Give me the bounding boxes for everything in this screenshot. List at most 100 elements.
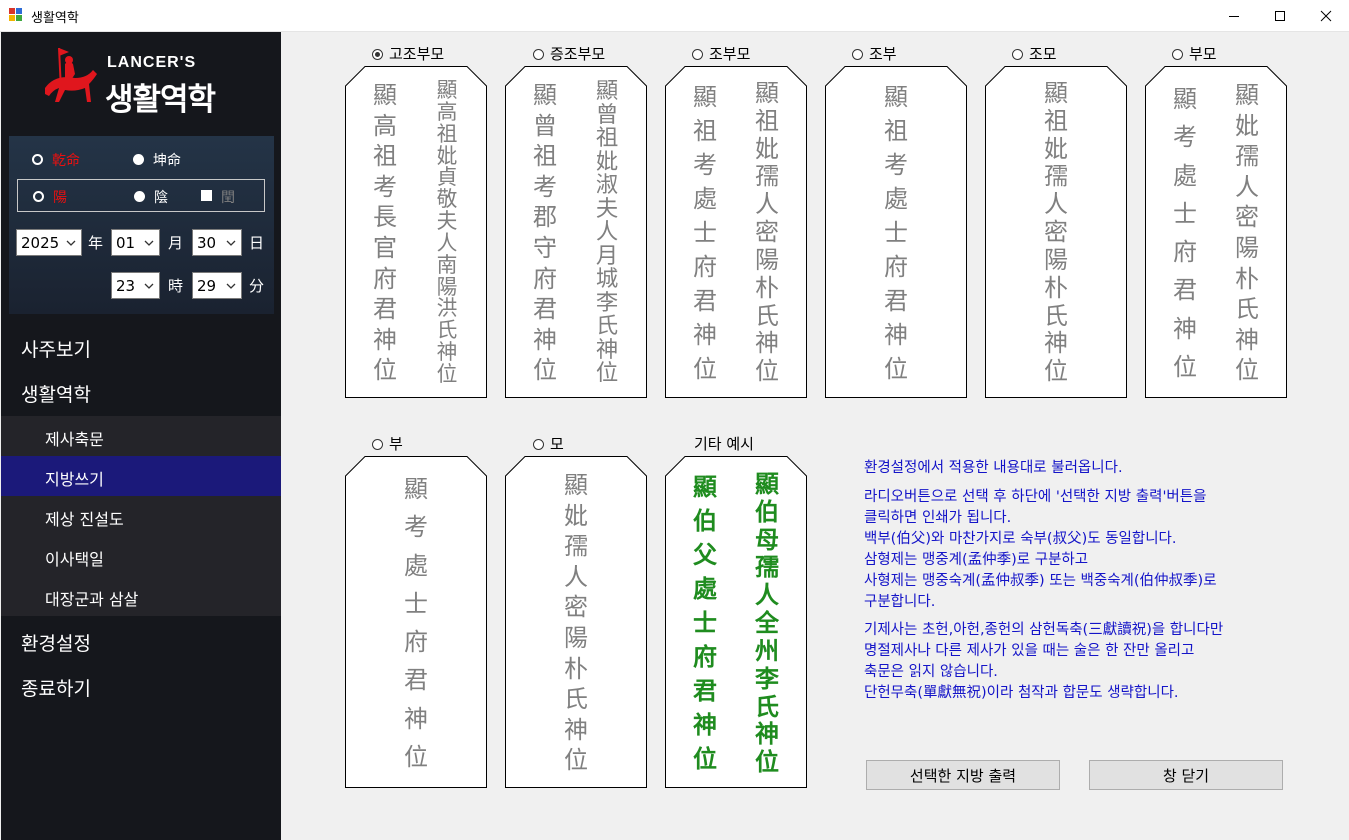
tablet-text-column: 顯祖考處士府君神位 — [690, 80, 720, 386]
jibang-tablet: 顯祖妣孺人密陽朴氏神位顯祖考處士府君神位 — [665, 66, 807, 398]
tablet-char: 妣 — [1235, 111, 1259, 140]
option-bu[interactable]: 부 — [372, 433, 403, 454]
tablet-char: 高 — [373, 111, 397, 140]
tablet-char: 妣 — [564, 501, 588, 530]
tablet-text-column: 顯考處士府君神位 — [401, 470, 431, 776]
tablet-char: 士 — [1173, 199, 1197, 228]
tablet-char: 君 — [533, 295, 557, 324]
tablet-text-column: 顯高祖妣貞敬夫人南陽洪氏神位 — [432, 79, 462, 386]
day-select[interactable]: 30 — [192, 229, 242, 256]
info-line: 라디오버튼으로 선택 후 하단에 '선택한 지방 출력'버튼을 — [864, 489, 1207, 505]
tablet-char: 祖 — [595, 125, 619, 152]
month-select[interactable]: 01 — [111, 229, 160, 256]
option-bumo[interactable]: 부모 — [1172, 43, 1217, 64]
tablet-char: 朴 — [755, 273, 779, 302]
tablet-char: 神 — [373, 325, 397, 354]
eum-radio[interactable] — [134, 191, 145, 202]
submenu-isa-taegil[interactable]: 이사택일 — [45, 546, 104, 570]
tablet-char: 州 — [755, 635, 779, 665]
tablet-char: 陽 — [1044, 245, 1068, 274]
info-line: 사형제는 맹중숙계(孟仲叔季) 또는 백중숙계(伯仲叔季)로 — [864, 573, 1217, 589]
gan-radio[interactable] — [32, 154, 43, 165]
tablet-char: 府 — [693, 642, 717, 671]
radio[interactable] — [533, 49, 544, 60]
yang-radio[interactable] — [33, 191, 44, 202]
calendar-group: 陽 陰 閏 — [17, 179, 265, 212]
tablet-text-column: 顯曾祖考郡守府君神位 — [530, 80, 560, 386]
chevron-down-icon — [144, 240, 154, 246]
tablet-char: 位 — [373, 356, 397, 385]
tablet-char: 顯 — [595, 78, 619, 104]
jibang-tablet: 顯妣孺人密陽朴氏神位顯考處士府君神位 — [1145, 66, 1287, 398]
tablet-char: 處 — [693, 185, 717, 213]
info-line: 단헌무축(單獻無祝)이라 첨작과 합문도 생략합니다. — [864, 685, 1179, 701]
radio[interactable] — [533, 439, 544, 450]
radio[interactable] — [852, 49, 863, 60]
logo-title: 생활역학 — [105, 82, 216, 118]
close-button[interactable] — [1303, 0, 1349, 31]
tablet-char: 君 — [1173, 276, 1197, 305]
tablet-char: 士 — [404, 589, 428, 618]
horse-rider-icon — [45, 47, 97, 102]
tablet-char: 朴 — [1235, 264, 1259, 293]
menu-saju[interactable]: 사주보기 — [21, 335, 91, 362]
menu-exit[interactable]: 종료하기 — [21, 674, 91, 701]
tablet-char: 顯 — [755, 79, 779, 107]
submenu-jesa-chukmun[interactable]: 제사축문 — [45, 426, 104, 450]
tablet-char: 祖 — [1044, 106, 1068, 135]
tablet-char: 顯 — [564, 471, 588, 499]
tablet-char: 氏 — [1235, 295, 1259, 324]
radio[interactable] — [372, 439, 383, 450]
info-line: 클릭하면 인쇄가 됩니다. — [864, 510, 1012, 526]
tablet-char: 顯 — [755, 469, 779, 498]
print-button[interactable]: 선택한 지방 출력 — [866, 760, 1060, 790]
year-select[interactable]: 2025 — [16, 229, 82, 256]
submenu-jibang[interactable]: 지방쓰기 — [45, 466, 104, 490]
tablet-char: 祖 — [373, 142, 397, 171]
gon-radio[interactable] — [133, 154, 144, 165]
minimize-button[interactable] — [1211, 0, 1257, 31]
option-jobumo[interactable]: 조부모 — [692, 43, 750, 64]
menu-settings[interactable]: 환경설정 — [21, 629, 91, 656]
yun-checkbox[interactable] — [201, 190, 212, 201]
submenu-daejanggun[interactable]: 대장군과 삼살 — [45, 586, 138, 610]
option-gojo[interactable]: 고조부모 — [372, 43, 444, 64]
option-mo[interactable]: 모 — [533, 433, 564, 454]
chevron-down-icon — [226, 283, 236, 289]
gan-label: 乾命 — [52, 153, 80, 169]
tablet-char: 處 — [404, 551, 428, 580]
radio[interactable] — [1172, 49, 1183, 60]
tablet-char: 父 — [693, 540, 717, 569]
option-jobu[interactable]: 조부 — [852, 43, 897, 64]
tablet-char: 處 — [884, 185, 908, 213]
submenu-jinseoldo[interactable]: 제상 진설도 — [45, 506, 124, 530]
eum-label: 陰 — [154, 190, 168, 206]
radio[interactable] — [692, 49, 703, 60]
tablet-char: 顯 — [404, 475, 428, 503]
tablet-char: 位 — [436, 361, 458, 386]
tablet-char: 長 — [373, 203, 397, 232]
menu-saenghwal[interactable]: 생활역학 — [21, 380, 91, 407]
tablet-char: 位 — [533, 356, 557, 385]
hour-select[interactable]: 23 — [111, 272, 160, 299]
tablet-char: 孺 — [1044, 162, 1068, 191]
tablet-char: 氏 — [1044, 301, 1068, 330]
tablet-char: 人 — [755, 190, 779, 219]
tablet-char: 人 — [755, 580, 779, 610]
gon-label: 坤命 — [153, 153, 181, 169]
tablet-char: 貞 — [436, 165, 458, 190]
radio[interactable] — [1012, 49, 1023, 60]
tablet-char: 顯 — [1235, 81, 1259, 109]
option-jeungjo[interactable]: 증조부모 — [533, 43, 605, 64]
maximize-button[interactable] — [1257, 0, 1303, 31]
tablet-char: 洪 — [436, 296, 458, 321]
close-window-button[interactable]: 창 닫기 — [1089, 760, 1283, 790]
title-bar: 생활역학 — [0, 0, 1349, 32]
tablet-char: 顯 — [533, 81, 557, 109]
minute-select[interactable]: 29 — [192, 272, 242, 299]
option-jomo[interactable]: 조모 — [1012, 43, 1057, 64]
radio-selected[interactable] — [372, 49, 383, 60]
tablet-char: 位 — [564, 746, 588, 775]
tablet-char: 祖 — [693, 117, 717, 145]
jibang-tablet: 顯高祖妣貞敬夫人南陽洪氏神位顯高祖考長官府君神位 — [345, 66, 487, 398]
